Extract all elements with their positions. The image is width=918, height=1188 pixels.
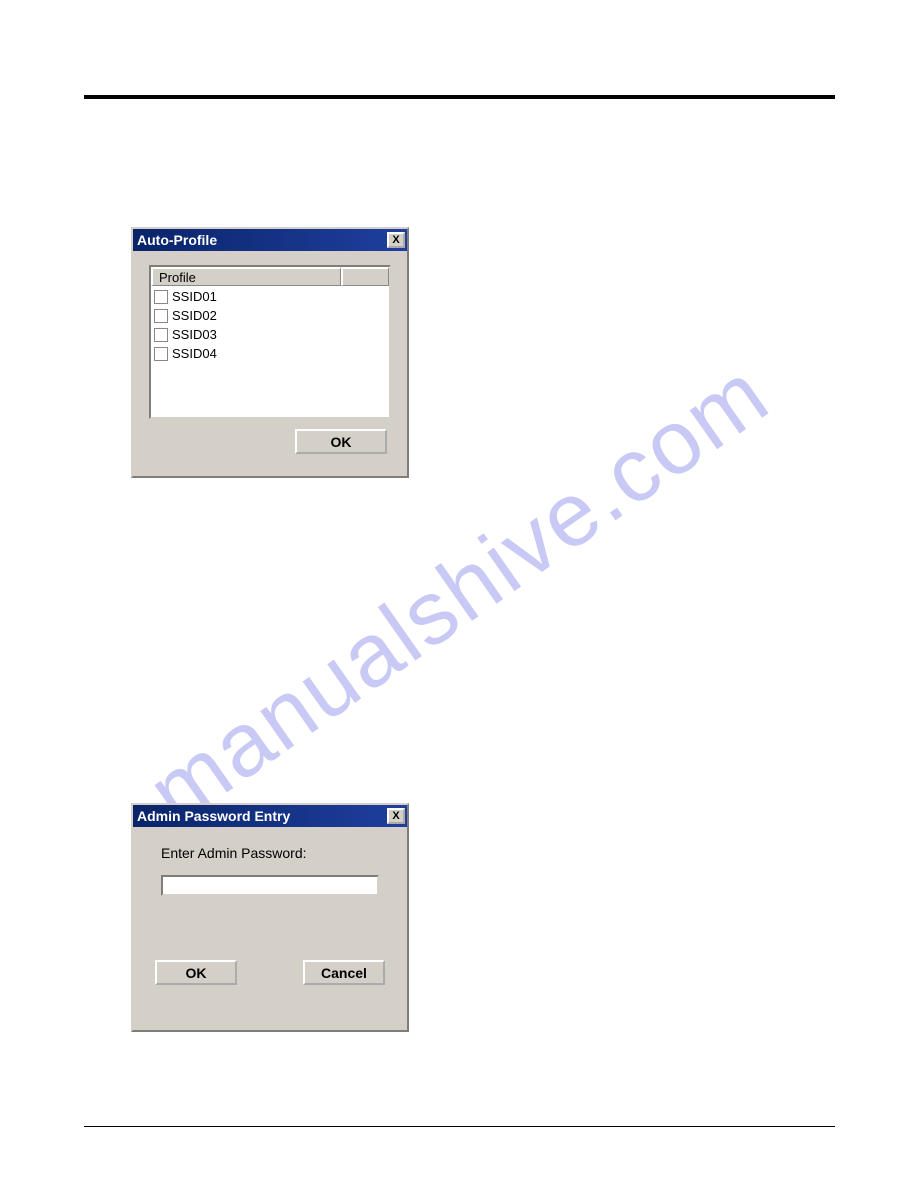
cancel-button[interactable]: Cancel [303, 960, 385, 985]
list-item[interactable]: SSID03 [154, 325, 386, 344]
admin-password-label: Enter Admin Password: [161, 845, 387, 861]
admin-title: Admin Password Entry [137, 808, 290, 824]
list-item[interactable]: SSID04 [154, 344, 386, 363]
checkbox-icon[interactable] [154, 328, 168, 342]
auto-profile-titlebar: Auto-Profile X [133, 229, 407, 251]
list-item-label: SSID04 [172, 346, 217, 361]
page-top-rule [84, 95, 835, 99]
admin-spacer [133, 906, 407, 960]
close-icon[interactable]: X [387, 232, 405, 248]
checkbox-icon[interactable] [154, 309, 168, 323]
admin-button-row: OK Cancel [133, 960, 407, 999]
list-header-profile[interactable]: Profile [151, 267, 341, 286]
list-header: Profile [151, 267, 389, 286]
admin-password-input[interactable] [161, 875, 379, 896]
auto-profile-button-row: OK [133, 427, 407, 462]
list-item-label: SSID03 [172, 327, 217, 342]
list-item-label: SSID02 [172, 308, 217, 323]
list-item[interactable]: SSID01 [154, 287, 386, 306]
profile-list-wrapper: Profile SSID01 SSID02 SSID03 S [149, 265, 391, 419]
list-header-spacer [341, 267, 389, 286]
checkbox-icon[interactable] [154, 290, 168, 304]
ok-button[interactable]: OK [295, 429, 387, 454]
admin-titlebar: Admin Password Entry X [133, 805, 407, 827]
list-item-label: SSID01 [172, 289, 217, 304]
checkbox-icon[interactable] [154, 347, 168, 361]
auto-profile-dialog: Auto-Profile X Profile SSID01 SSID02 SS [131, 227, 409, 478]
auto-profile-title: Auto-Profile [137, 232, 217, 248]
close-icon[interactable]: X [387, 808, 405, 824]
ok-button[interactable]: OK [155, 960, 237, 985]
admin-password-dialog: Admin Password Entry X Enter Admin Passw… [131, 803, 409, 1032]
page-bottom-rule [84, 1126, 835, 1127]
profile-listview[interactable]: Profile SSID01 SSID02 SSID03 S [149, 265, 391, 419]
list-body: SSID01 SSID02 SSID03 SSID04 [151, 286, 389, 364]
list-item[interactable]: SSID02 [154, 306, 386, 325]
admin-body: Enter Admin Password: [133, 827, 407, 906]
